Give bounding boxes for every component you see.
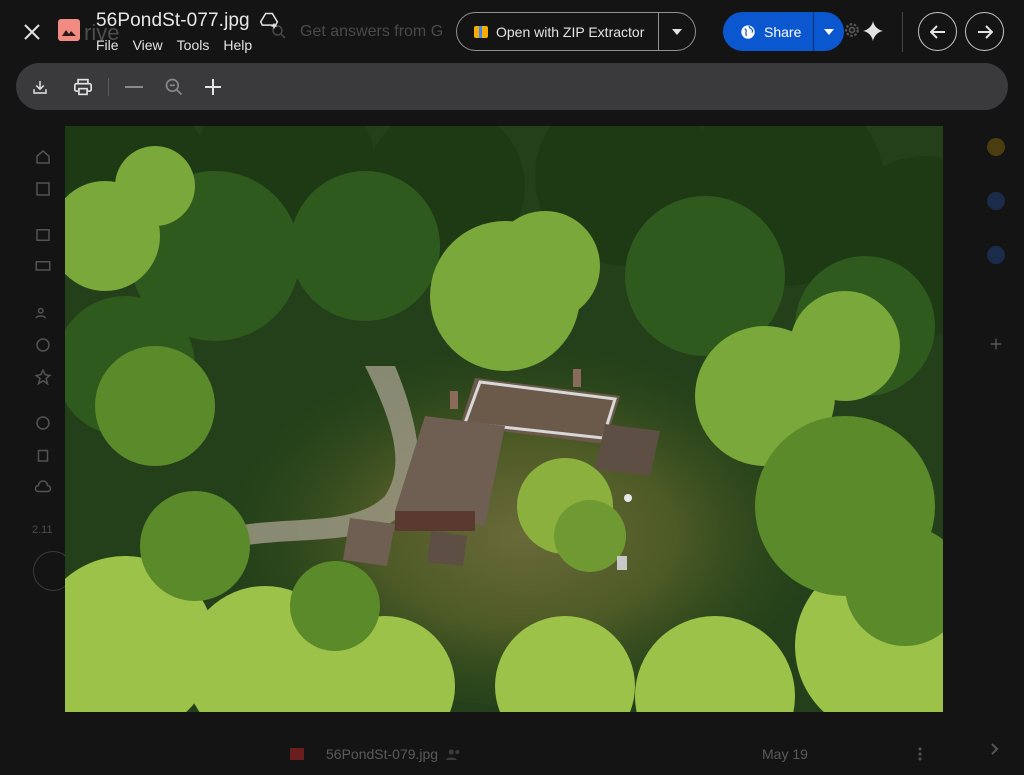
open-with-button[interactable]: Open with ZIP Extractor xyxy=(457,13,658,50)
close-icon xyxy=(24,24,40,40)
contacts-icon xyxy=(987,246,1005,264)
aerial-photo xyxy=(65,126,943,712)
print-icon xyxy=(74,78,92,96)
previous-file-button[interactable] xyxy=(918,12,957,51)
zoom-fit-button[interactable] xyxy=(160,73,188,101)
print-button[interactable] xyxy=(69,73,97,101)
share-label: Share xyxy=(764,23,802,40)
arrow-right-icon xyxy=(977,24,993,39)
arrow-left-icon xyxy=(929,24,945,39)
spam-icon xyxy=(36,416,50,430)
header-divider xyxy=(902,12,903,52)
plus-icon xyxy=(205,79,221,95)
drive-file-row: 56PondSt-079.jpg May 19 xyxy=(290,742,990,766)
my-drive-icon xyxy=(36,229,50,241)
share-group: Share xyxy=(723,12,845,51)
storage-icon xyxy=(34,480,52,493)
chevron-down-icon xyxy=(672,28,683,35)
home-icon xyxy=(36,150,50,164)
computers-icon xyxy=(35,261,51,271)
toolbar-divider xyxy=(108,78,109,96)
trash-icon xyxy=(37,449,49,462)
file-title: 56PondSt-077.jpg xyxy=(96,10,250,31)
minus-icon xyxy=(125,86,143,88)
open-with-dropdown-button[interactable] xyxy=(659,13,695,50)
chevron-down-icon xyxy=(824,28,835,35)
file-row-date: May 19 xyxy=(762,746,808,762)
chevron-right-icon xyxy=(991,743,999,755)
download-icon xyxy=(33,81,47,94)
keep-icon xyxy=(987,138,1005,156)
tasks-icon xyxy=(987,192,1005,210)
share-dropdown-button[interactable] xyxy=(814,12,844,51)
file-type-icon xyxy=(290,748,304,760)
menu-file[interactable]: File xyxy=(96,37,119,53)
globe-icon xyxy=(741,24,755,39)
file-title-row: 56PondSt-077.jpg xyxy=(96,10,280,32)
shared-icon xyxy=(446,749,460,760)
zoom-out-button[interactable] xyxy=(120,73,148,101)
menu-bar: File View Tools Help xyxy=(96,37,252,53)
starred-icon xyxy=(34,368,52,386)
viewer-toolbar xyxy=(16,63,1008,110)
add-to-drive-button[interactable] xyxy=(258,10,280,32)
storage-quota-text: 2.11 xyxy=(32,524,53,536)
activity-icon xyxy=(36,182,50,196)
gear-icon xyxy=(845,23,859,37)
shared-with-me-icon xyxy=(35,307,46,319)
magnifier-icon xyxy=(165,78,183,96)
share-button[interactable]: Share xyxy=(723,12,813,51)
sparkle-icon xyxy=(862,20,884,42)
image-file-icon xyxy=(58,19,80,41)
next-file-button[interactable] xyxy=(965,12,1004,51)
open-with-label: Open with ZIP Extractor xyxy=(496,23,645,40)
menu-help[interactable]: Help xyxy=(223,37,252,53)
download-button[interactable] xyxy=(26,73,54,101)
image-preview[interactable] xyxy=(65,126,943,712)
add-addon-icon xyxy=(990,338,1002,350)
zoom-in-button[interactable] xyxy=(199,73,227,101)
menu-view[interactable]: View xyxy=(133,37,163,53)
file-row-name: 56PondSt-079.jpg xyxy=(326,746,439,762)
zip-extractor-icon xyxy=(474,25,488,38)
close-button[interactable] xyxy=(16,16,48,48)
gemini-button[interactable] xyxy=(860,18,886,44)
menu-tools[interactable]: Tools xyxy=(177,37,210,53)
recent-icon xyxy=(36,338,50,352)
open-with-group: Open with ZIP Extractor xyxy=(456,12,697,51)
more-vert-icon xyxy=(918,747,922,761)
add-to-drive-icon xyxy=(259,12,278,29)
viewer-header: 56PondSt-077.jpg File View Tools Help Op… xyxy=(0,0,1024,62)
